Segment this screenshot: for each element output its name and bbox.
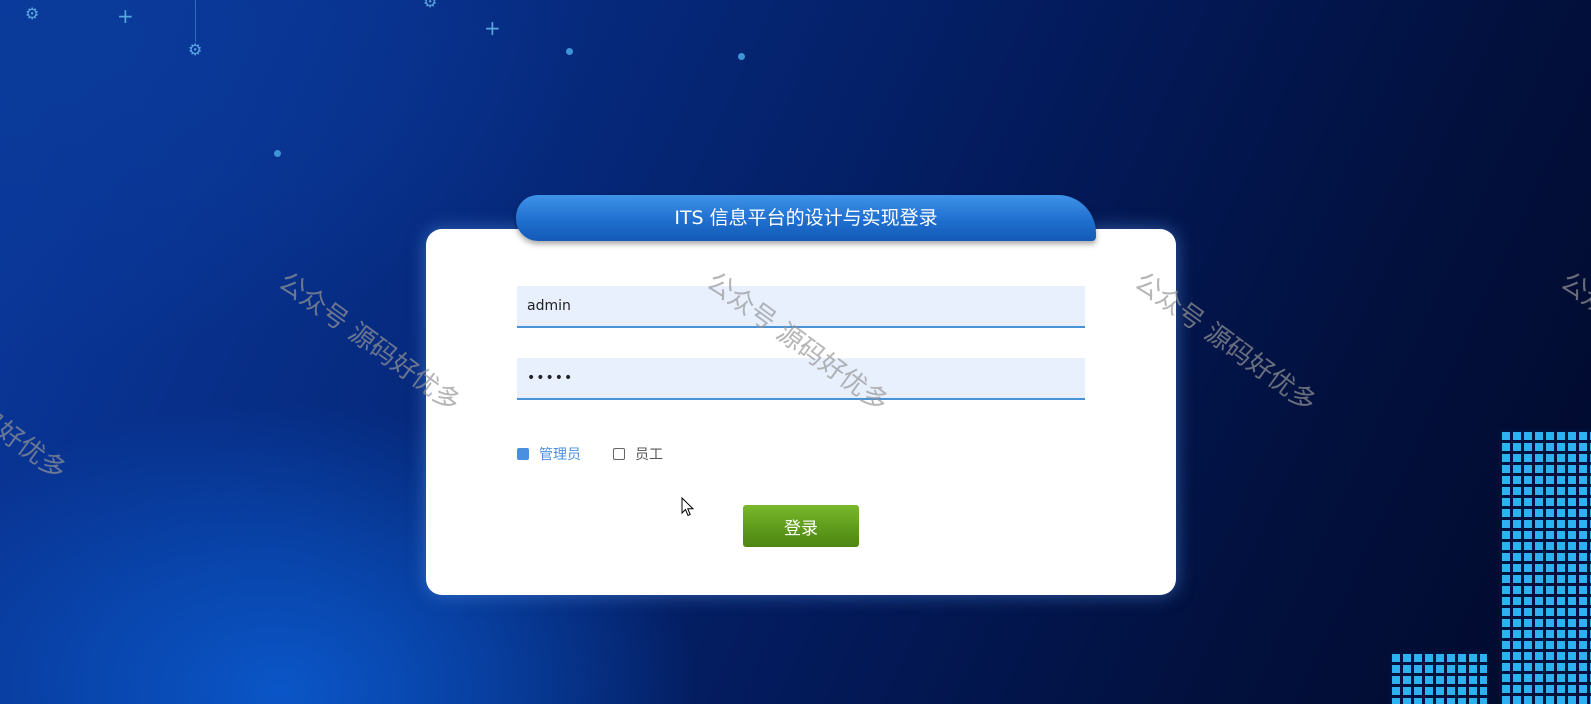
plus-icon: + [117,4,134,28]
gear-icon: ⚙ [188,40,203,59]
gear-icon: ⚙ [25,4,40,23]
role-option-employee[interactable]: 员工 [613,444,663,464]
plus-icon: + [484,16,501,40]
role-option-admin[interactable]: 管理员 [517,444,581,464]
decor-dot [738,53,745,60]
decor-line [195,0,196,42]
login-title: ITS 信息平台的设计与实现登录 [516,195,1096,241]
login-button[interactable]: 登录 [743,505,859,547]
decor-dot [566,48,573,55]
role-label-employee: 员工 [635,447,663,463]
role-label-admin: 管理员 [539,447,581,463]
checkbox-checked-icon[interactable] [517,448,529,460]
watermark-text: 公众号 源码好优多 [0,335,72,487]
checkbox-unchecked-icon[interactable] [613,448,625,460]
pixel-building-decor [1389,651,1487,704]
mouse-pointer-icon [681,497,695,517]
gear-icon: ⚙ [423,0,438,11]
watermark-text: 公众号 源码好优多 [1554,266,1591,418]
decor-dot [274,150,281,157]
password-input[interactable] [517,358,1085,400]
login-page-background: ⚙ ⚙ ⚙ + + ITS 信息平台的设计与实现登录 管理员 员工 登录 公众号… [0,0,1591,704]
username-input[interactable] [517,286,1085,328]
pixel-building-decor [1499,429,1591,704]
